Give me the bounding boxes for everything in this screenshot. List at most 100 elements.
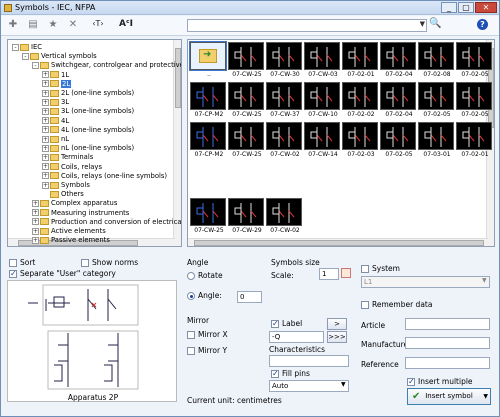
symbol-tile[interactable]: 07-02-05 <box>380 122 418 158</box>
manufacturer-input[interactable] <box>405 337 490 349</box>
separate-user-checkbox[interactable] <box>9 269 17 278</box>
tree-expander-icon[interactable]: + <box>42 107 49 115</box>
system-checkbox[interactable] <box>361 265 369 273</box>
symbol-tile[interactable]: 07-02-02 <box>342 82 380 118</box>
article-input[interactable] <box>405 318 490 330</box>
tree-expander-icon[interactable]: + <box>42 144 49 152</box>
symbol-tile[interactable]: ➜.. <box>189 41 228 78</box>
tree-expander-icon[interactable]: + <box>42 126 49 134</box>
symbol-tile[interactable]: 07-CW-29 <box>228 198 266 234</box>
tree-expander-icon[interactable]: + <box>42 163 49 171</box>
insert-symbol-button[interactable]: ✔ Insert symbol ▼ <box>407 388 491 405</box>
fill-pins-select[interactable]: Auto <box>269 380 349 392</box>
tree-expander-icon[interactable]: + <box>42 153 49 161</box>
fill-pins-option[interactable]: Fill pins <box>271 369 310 378</box>
angle-input[interactable]: 0 <box>237 291 262 303</box>
sort-option[interactable]: Sort <box>9 258 35 267</box>
symbol-tile[interactable]: 07-CP-M2 <box>190 122 228 158</box>
minimize-button[interactable]: _ <box>441 2 457 13</box>
tree-expander-icon[interactable]: + <box>42 181 49 189</box>
symbol-tile[interactable]: 07-02-08 <box>418 42 456 78</box>
symbol-tile[interactable]: 07-CW-30 <box>266 42 304 78</box>
tree-expander-icon[interactable]: + <box>42 80 49 88</box>
rotate-option[interactable]: Rotate <box>187 271 223 280</box>
insert-multiple-checkbox[interactable] <box>407 377 415 386</box>
tree-expander-icon[interactable]: + <box>42 98 49 106</box>
characteristics-input[interactable] <box>269 355 349 367</box>
chevron-down-icon[interactable]: ▼ <box>420 20 425 28</box>
show-norms-option[interactable]: Show norms <box>81 258 138 267</box>
show-norms-checkbox[interactable] <box>81 259 89 267</box>
help-icon[interactable]: ? <box>477 19 488 30</box>
tree-expander-icon[interactable]: - <box>32 61 39 69</box>
scale-input[interactable]: 1 <box>319 268 339 280</box>
tree-scroll-thumb[interactable] <box>175 48 181 108</box>
symbol-tile[interactable]: 07-CW-10 <box>304 82 342 118</box>
mirror-y-option[interactable]: Mirror Y <box>187 346 227 355</box>
system-select[interactable]: L1 <box>361 276 490 288</box>
search-icon[interactable]: 🔍 <box>429 18 441 29</box>
symbol-tile[interactable]: 07-02-04 <box>380 42 418 78</box>
fill-pins-chevron-icon[interactable]: ▼ <box>341 381 346 388</box>
favorite-icon[interactable]: ★ <box>45 19 61 33</box>
close-button[interactable]: ✕ <box>475 2 497 13</box>
system-chevron-icon[interactable]: ▼ <box>482 277 487 284</box>
label-more-button[interactable]: >>> <box>327 331 347 343</box>
angle-radio[interactable] <box>187 292 195 300</box>
symbol-tile[interactable]: 07-03-01 <box>418 122 456 158</box>
fill-pins-checkbox[interactable] <box>271 369 279 378</box>
symbol-tile[interactable]: 07-CW-25 <box>190 198 228 234</box>
tree-expander-icon[interactable]: + <box>32 236 39 244</box>
tree-expander-icon[interactable]: + <box>42 117 49 125</box>
symbol-tile[interactable]: 07-02-05 <box>456 42 494 78</box>
remember-data-checkbox[interactable] <box>361 301 369 309</box>
tree-expander-icon[interactable]: + <box>32 227 39 235</box>
symbol-tile[interactable]: 07-02-04 <box>380 82 418 118</box>
symbol-tile[interactable]: 07-02-01 <box>342 42 380 78</box>
symbol-tile[interactable]: 07-CW-25 <box>228 42 266 78</box>
label-checkbox[interactable] <box>271 319 279 328</box>
symbol-tile[interactable]: 07-CW-14 <box>304 122 342 158</box>
delete-icon[interactable]: ✕ <box>65 19 81 33</box>
insert-multiple-option[interactable]: Insert multiple <box>407 377 473 386</box>
system-option[interactable]: System <box>361 264 400 273</box>
mirror-y-checkbox[interactable] <box>187 347 195 355</box>
tree-expander-icon[interactable]: + <box>42 71 49 79</box>
symbol-tile[interactable]: 07-CP-M2 <box>190 82 228 118</box>
mirror-x-checkbox[interactable] <box>187 331 195 339</box>
symbol-tile[interactable]: 07-CW-02 <box>266 198 304 234</box>
separate-user-option[interactable]: Separate "User" category <box>9 269 116 278</box>
symbol-tile[interactable]: 07-CW-02 <box>266 122 304 158</box>
symbol-tile[interactable]: 07-02-01 <box>456 122 494 158</box>
tree-expander-icon[interactable]: + <box>42 172 49 180</box>
text-tool-icon[interactable]: ‹T› <box>87 19 109 33</box>
sort-checkbox[interactable] <box>9 259 17 267</box>
search-input[interactable]: ▼ <box>187 19 427 32</box>
edit-icon[interactable]: ▤ <box>25 19 41 33</box>
grid-hscroll-thumb[interactable] <box>194 240 484 246</box>
tree-expander-icon[interactable]: - <box>12 43 19 51</box>
tree-expander-icon[interactable]: + <box>32 209 39 217</box>
tree-expander-icon[interactable]: - <box>22 52 29 60</box>
category-tree[interactable]: - IEC - Vertical symbols - Switchgear, contro… <box>7 39 182 247</box>
label-input[interactable]: -Q <box>269 331 324 343</box>
tree-item[interactable]: + Passive elements <box>32 235 110 245</box>
remember-data-option[interactable]: Remember data <box>361 300 432 309</box>
font-tool-icon[interactable]: AᶜI <box>115 19 137 33</box>
symbol-tile[interactable]: 07-CW-03 <box>304 42 342 78</box>
reference-input[interactable] <box>405 357 490 369</box>
label-option[interactable]: Label <box>271 319 302 328</box>
symbol-tile[interactable]: 07-CW-37 <box>266 82 304 118</box>
tree-vertical-scrollbar[interactable] <box>173 40 181 246</box>
insert-dropdown-icon[interactable]: ▼ <box>483 389 488 404</box>
mirror-x-option[interactable]: Mirror X <box>187 330 228 339</box>
symbols-grid[interactable]: ➜.. 07-CW-25 07-CW-30 07-CW-03 07-02-01 07-02… <box>187 39 495 247</box>
add-icon[interactable]: ✚ <box>5 19 21 33</box>
symbol-tile[interactable]: 07-CW-25 <box>228 82 266 118</box>
label-next-button[interactable]: > <box>327 318 347 330</box>
tree-expander-icon[interactable]: + <box>42 135 49 143</box>
tree-expander-icon[interactable]: + <box>32 218 39 226</box>
symbol-tile[interactable]: 07-02-05 <box>456 82 494 118</box>
tree-expander-icon[interactable]: + <box>32 199 39 207</box>
tree-expander-icon[interactable]: + <box>42 89 49 97</box>
